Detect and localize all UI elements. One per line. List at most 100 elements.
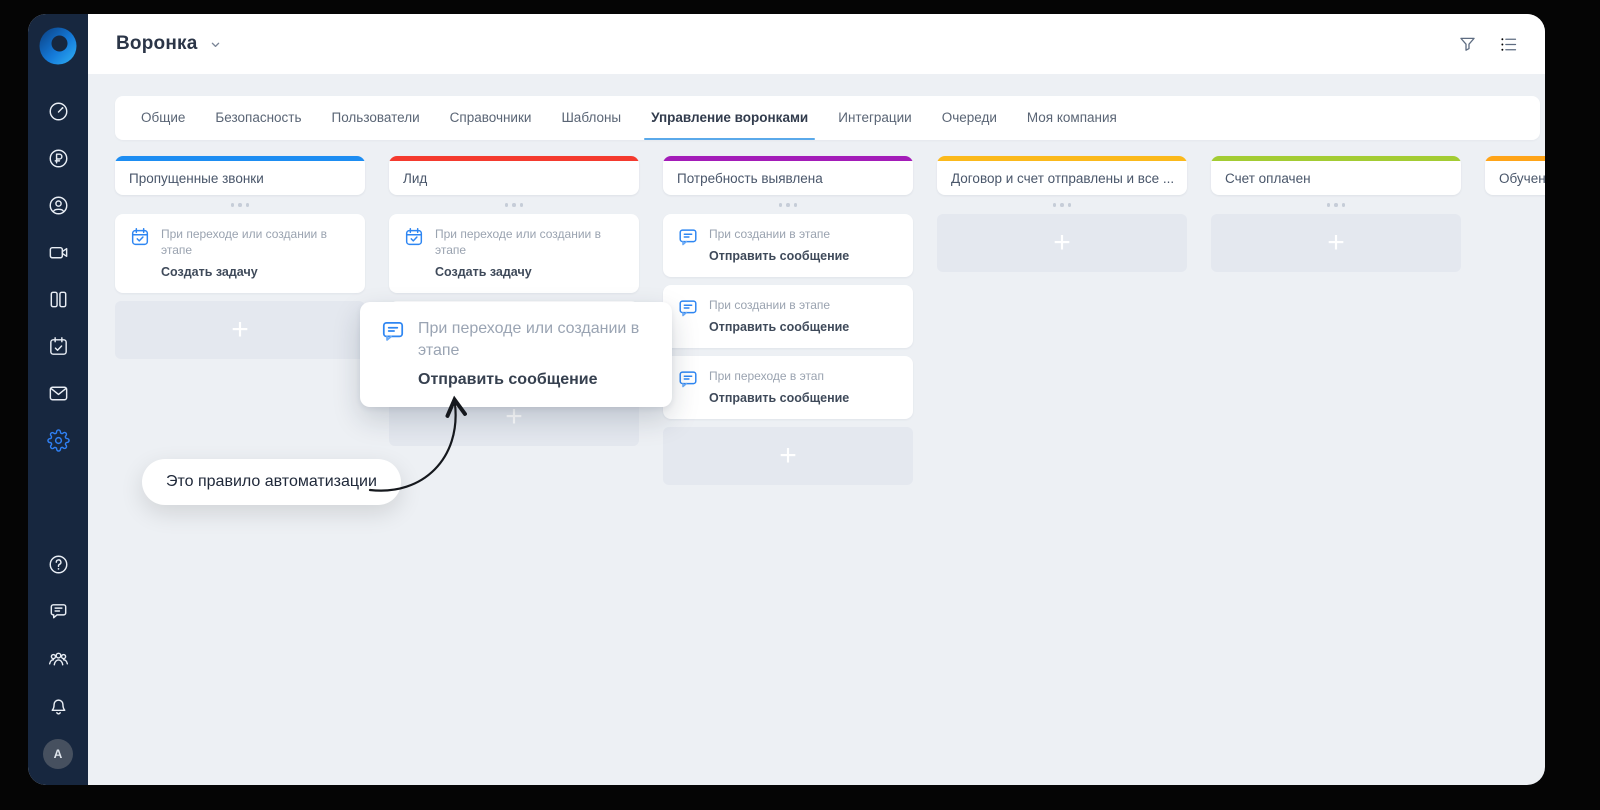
sidebar-item-messenger[interactable]	[28, 588, 88, 635]
stage-name-field[interactable]: Потребность выявлена	[663, 156, 913, 195]
chat-icon	[50, 604, 66, 619]
sidebar-item-calendar[interactable]	[28, 323, 88, 370]
tab-6[interactable]: Интеграции	[838, 96, 911, 140]
sidebar-item-dashboard[interactable]	[28, 88, 88, 135]
card-action: Отправить сообщение	[709, 319, 850, 334]
page-title: Воронка	[116, 33, 198, 54]
plus-icon: +	[779, 439, 797, 473]
stage-name-field[interactable]: Счет оплачен	[1211, 156, 1461, 195]
automation-card[interactable]: При создании в этапе Отправить сообщение	[663, 284, 913, 348]
automation-card[interactable]: При переходе или создании в этапе Создать…	[115, 213, 365, 293]
logo-swirl-icon[interactable]	[38, 26, 78, 66]
funnel-column-3: Договор и счет отправлены и все ... +	[937, 156, 1187, 272]
sidebar-item-notifications[interactable]	[28, 682, 88, 729]
stage-name: Договор и счет отправлены и все ...	[951, 171, 1175, 186]
sidebar-item-deals[interactable]	[28, 135, 88, 182]
add-rule-button[interactable]: +	[115, 300, 365, 359]
chevron-down-icon	[211, 42, 219, 47]
settings-tabs: Общие Безопасность Пользователи Справочники…	[115, 96, 1540, 140]
ellipsis-icon[interactable]	[389, 195, 639, 214]
filter-button[interactable]	[1457, 34, 1478, 55]
dashboard-icon	[49, 102, 67, 121]
ellipsis-icon[interactable]	[115, 195, 365, 214]
card-action: Отправить сообщение	[709, 248, 850, 263]
bell-icon	[51, 699, 65, 715]
message-icon	[677, 368, 699, 390]
stage-name-field[interactable]: Пропущенные звонки	[115, 156, 365, 195]
tab-3[interactable]: Справочники	[450, 96, 532, 140]
ellipsis-icon[interactable]	[1485, 195, 1545, 214]
stage-name: Счет оплачен	[1225, 171, 1311, 186]
card-trigger: При переходе в этап	[709, 368, 824, 383]
plus-icon: +	[231, 312, 249, 346]
card-trigger: При переходе или создании в этапе	[435, 226, 601, 257]
tab-2[interactable]: Пользователи	[332, 96, 420, 140]
card-trigger: При переходе или создании в этапе	[161, 226, 327, 257]
tab-0[interactable]: Общие	[141, 96, 185, 140]
card-trigger: При создании в этапе	[709, 226, 831, 241]
automation-card[interactable]: При создании в этапе Отправить сообщение	[663, 213, 913, 277]
card-action: Отправить сообщение	[418, 371, 598, 389]
tab-5[interactable]: Управление воронками	[644, 96, 816, 140]
funnel-selector-button[interactable]	[208, 37, 223, 52]
stage-name-field[interactable]: Договор и счет отправлены и все ...	[937, 156, 1187, 195]
tab-4[interactable]: Шаблоны	[561, 96, 621, 140]
funnel-column-4: Счет оплачен +	[1211, 156, 1461, 272]
settings-icon	[46, 429, 70, 452]
sidebar-item-help[interactable]	[28, 541, 88, 588]
calendar-check-icon	[403, 226, 425, 248]
message-icon	[677, 226, 699, 248]
sidebar-item-contacts[interactable]	[28, 182, 88, 229]
ruble-icon	[49, 149, 67, 168]
avatar[interactable]: A	[43, 739, 73, 769]
calendar-check-icon	[129, 226, 151, 248]
ellipsis-icon[interactable]	[663, 195, 913, 214]
sidebar-item-video[interactable]	[28, 229, 88, 276]
ellipsis-icon[interactable]	[937, 195, 1187, 214]
team-icon	[48, 652, 68, 666]
add-rule-button[interactable]: +	[1211, 213, 1461, 272]
list-view-button[interactable]	[1498, 34, 1519, 55]
ellipsis-icon[interactable]	[1211, 195, 1461, 214]
tab-7[interactable]: Очереди	[942, 96, 997, 140]
automation-card[interactable]: При переходе в этап Отправить сообщение	[663, 355, 913, 420]
stage-name: Пропущенные звонки	[129, 171, 264, 186]
list-icon	[1501, 37, 1517, 51]
tab-8[interactable]: Моя компания	[1027, 96, 1117, 140]
stage-name-field[interactable]: Обучен	[1485, 156, 1545, 195]
stage-name: Потребность выявлена	[677, 171, 823, 186]
sidebar-item-settings[interactable]	[28, 417, 88, 464]
message-icon	[677, 297, 699, 319]
card-action: Создать задачу	[435, 264, 532, 279]
contacts-icon	[49, 196, 67, 215]
calendar-icon	[49, 337, 67, 355]
sidebar-item-team[interactable]	[28, 635, 88, 682]
topbar-actions	[1457, 34, 1519, 55]
highlighted-automation-card[interactable]: При переходе или создании в этапе Отправ…	[360, 302, 672, 408]
tab-1[interactable]: Безопасность	[215, 96, 301, 140]
filter-icon	[1460, 37, 1475, 51]
annotation-tooltip: Это правило автоматизации	[142, 459, 401, 505]
main-area: Воронка Общие Безопасность Пользователи Спр…	[88, 14, 1545, 785]
video-icon	[49, 246, 67, 259]
add-rule-button[interactable]: +	[937, 213, 1187, 272]
sidebar-item-mail[interactable]	[28, 370, 88, 417]
automation-card[interactable]: При переходе или создании в этапе Создать…	[389, 213, 639, 293]
sidebar-bottom: A	[28, 541, 88, 769]
card-action: Отправить сообщение	[709, 391, 850, 406]
funnel-column-2: Потребность выявлена При создании в этапе…	[663, 156, 913, 486]
stage-name: Лид	[403, 171, 428, 186]
kanban-board: При переходе или создании в этапе Отправ…	[115, 156, 1545, 505]
stage-name-field[interactable]: Лид	[389, 156, 639, 195]
card-trigger: При переходе или создании в этапе	[418, 320, 640, 359]
message-icon	[380, 318, 406, 344]
topbar: Воронка	[88, 14, 1545, 74]
plus-icon: +	[1053, 225, 1071, 259]
kanban-icon	[50, 291, 66, 308]
add-rule-button[interactable]: +	[663, 427, 913, 486]
funnel-column-5: Обучен	[1485, 156, 1545, 214]
funnel-column-0: Пропущенные звонки При переходе или созда…	[115, 156, 365, 359]
plus-icon: +	[1327, 225, 1345, 259]
app-window: A Воронка Общие Безопасность Пользователи С…	[28, 14, 1545, 785]
sidebar-item-kanban[interactable]	[28, 276, 88, 323]
